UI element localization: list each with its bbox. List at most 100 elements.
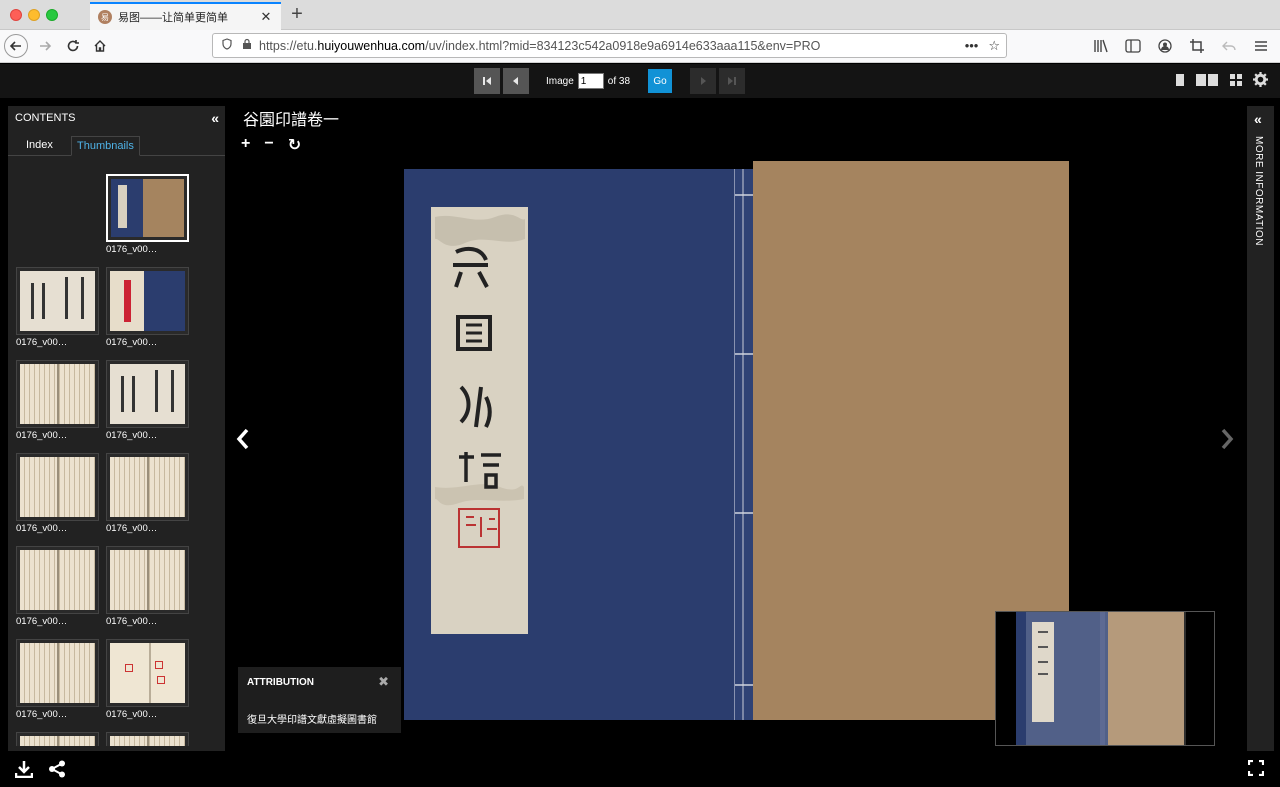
- navigator-viewport[interactable]: [1026, 612, 1186, 745]
- thumbnail-label: 0176_v00…: [16, 523, 68, 534]
- thumbnail-item[interactable]: 0176_v00…: [106, 639, 189, 720]
- zoom-out-icon[interactable]: −: [264, 135, 273, 155]
- site-favicon-icon: 易: [98, 10, 112, 24]
- rotate-icon[interactable]: ↻: [288, 135, 301, 155]
- download-icon[interactable]: [14, 760, 34, 783]
- thumbnail-image[interactable]: [16, 360, 99, 428]
- title-label-strip: [431, 207, 528, 634]
- thumbnail-item[interactable]: 0176_v00…: [106, 546, 189, 627]
- page-title: 谷園印譜卷一: [243, 112, 340, 129]
- thumbnail-image[interactable]: [16, 453, 99, 521]
- tab-thumbnails[interactable]: Thumbnails: [71, 136, 140, 156]
- bookmark-star-icon[interactable]: ☆: [988, 38, 1000, 54]
- previous-image-arrow-icon[interactable]: [236, 428, 250, 456]
- tab-title: 易图——让简单更简单: [118, 12, 228, 24]
- page-actions-icon[interactable]: •••: [965, 38, 979, 54]
- thumbnail-item[interactable]: [16, 732, 99, 746]
- thumbnail-item[interactable]: 0176_v00…: [106, 453, 189, 534]
- thumbnail-image[interactable]: [16, 267, 99, 335]
- viewer-footer: [0, 751, 1280, 787]
- thumbnail-image[interactable]: [106, 267, 189, 335]
- menu-icon[interactable]: [1252, 36, 1270, 56]
- maximize-window-button[interactable]: [46, 9, 58, 21]
- two-up-view-icon[interactable]: [1195, 73, 1219, 92]
- thumbnail-image[interactable]: [16, 639, 99, 707]
- new-tab-button[interactable]: +: [287, 4, 307, 24]
- settings-gear-icon[interactable]: [1253, 72, 1268, 92]
- first-page-icon: [483, 77, 491, 85]
- lock-icon[interactable]: [239, 38, 255, 53]
- tab-close-icon[interactable]: ✕: [259, 9, 273, 25]
- reload-icon: [67, 40, 79, 52]
- thumbnail-image[interactable]: [106, 453, 189, 521]
- more-information-label[interactable]: MORE INFORMATION: [1253, 136, 1264, 246]
- page-number-input[interactable]: [577, 73, 604, 89]
- account-icon[interactable]: [1156, 36, 1174, 56]
- zoom-in-icon[interactable]: +: [241, 135, 250, 155]
- more-information-panel[interactable]: « MORE INFORMATION: [1247, 106, 1274, 751]
- thumbnail-image[interactable]: [106, 360, 189, 428]
- thumbnail-item[interactable]: 0176_v00…: [16, 639, 99, 720]
- browser-tab-bar: 易 易图——让简单更简单 ✕ +: [0, 0, 1280, 30]
- fullscreen-icon[interactable]: [1247, 759, 1265, 781]
- last-page-button[interactable]: [719, 68, 746, 94]
- next-page-button[interactable]: [690, 68, 717, 94]
- first-page-button[interactable]: [474, 68, 500, 94]
- back-button[interactable]: [4, 34, 28, 58]
- book-spine: [734, 169, 755, 720]
- thumbnail-image[interactable]: [16, 546, 99, 614]
- next-image-arrow-icon[interactable]: [1220, 428, 1234, 456]
- thumbnail-item[interactable]: 0176_v00…: [16, 546, 99, 627]
- thumbnail-image[interactable]: [106, 732, 189, 746]
- thumbnail-image[interactable]: [106, 639, 189, 707]
- expand-right-icon[interactable]: «: [1254, 111, 1262, 127]
- contents-tabs: Index Thumbnails: [8, 136, 225, 156]
- address-bar[interactable]: https://etu.huiyouwenhua.com/uv/index.ht…: [212, 33, 1007, 58]
- thumbnail-item[interactable]: [106, 732, 189, 746]
- screenshot-crop-icon[interactable]: [1188, 36, 1206, 56]
- sidebar-icon[interactable]: [1124, 36, 1142, 56]
- home-icon: [94, 40, 106, 52]
- browser-nav-bar: https://etu.huiyouwenhua.com/uv/index.ht…: [0, 30, 1280, 63]
- thumbnail-label: 0176_v00…: [106, 430, 158, 441]
- thumbnail-item[interactable]: 0176_v00…: [16, 360, 99, 441]
- thumbnail-label: 0176_v00…: [16, 616, 68, 627]
- thumbnail-item[interactable]: 0176_v00…: [106, 360, 189, 441]
- undo-icon[interactable]: [1220, 36, 1238, 56]
- contents-panel: CONTENTS « Index Thumbnails 0176_v00… 017…: [8, 106, 225, 751]
- library-icon[interactable]: [1092, 36, 1110, 56]
- thumbnail-label: 0176_v00…: [106, 244, 158, 255]
- collapse-left-icon[interactable]: «: [211, 110, 219, 126]
- home-button[interactable]: [87, 34, 113, 58]
- thumbnail-item[interactable]: 0176_v00…: [106, 267, 189, 348]
- page-count: of 38: [607, 75, 631, 87]
- forward-button[interactable]: [32, 34, 58, 58]
- shield-icon[interactable]: [219, 38, 235, 53]
- minimize-window-button[interactable]: [28, 9, 40, 21]
- browser-tab[interactable]: 易 易图——让简单更简单 ✕: [90, 2, 281, 30]
- close-window-button[interactable]: [10, 9, 22, 21]
- reload-button[interactable]: [60, 34, 86, 58]
- thumbnail-item[interactable]: 0176_v00…: [16, 453, 99, 534]
- tab-index[interactable]: Index: [21, 136, 58, 156]
- close-attribution-icon[interactable]: ✖: [378, 674, 389, 690]
- share-icon[interactable]: [48, 760, 66, 783]
- attribution-title: ATTRIBUTION: [247, 677, 315, 688]
- thumbnail-image[interactable]: [106, 546, 189, 614]
- thumbnail-image[interactable]: [106, 174, 189, 242]
- go-button[interactable]: Go: [648, 69, 673, 93]
- zoom-controls: + − ↻: [241, 135, 301, 155]
- navigator-minimap[interactable]: [995, 611, 1215, 746]
- thumbnail-label: 0176_v00…: [16, 337, 68, 348]
- thumbnail-item[interactable]: 0176_v00…: [106, 174, 189, 255]
- one-up-view-icon[interactable]: [1175, 73, 1185, 92]
- thumbnail-image[interactable]: [16, 732, 99, 746]
- attribution-box: ATTRIBUTION ✖ 復旦大學印譜文獻虛擬圖書館: [238, 667, 401, 733]
- url-text[interactable]: https://etu.huiyouwenhua.com/uv/index.ht…: [259, 39, 965, 53]
- gallery-view-icon[interactable]: [1229, 73, 1243, 92]
- previous-page-button[interactable]: [503, 68, 529, 94]
- pager: Image of 38 Go: [474, 68, 748, 94]
- thumbnail-label: 0176_v00…: [106, 337, 158, 348]
- triangle-left-icon: [513, 77, 518, 85]
- thumbnail-item[interactable]: 0176_v00…: [16, 267, 99, 348]
